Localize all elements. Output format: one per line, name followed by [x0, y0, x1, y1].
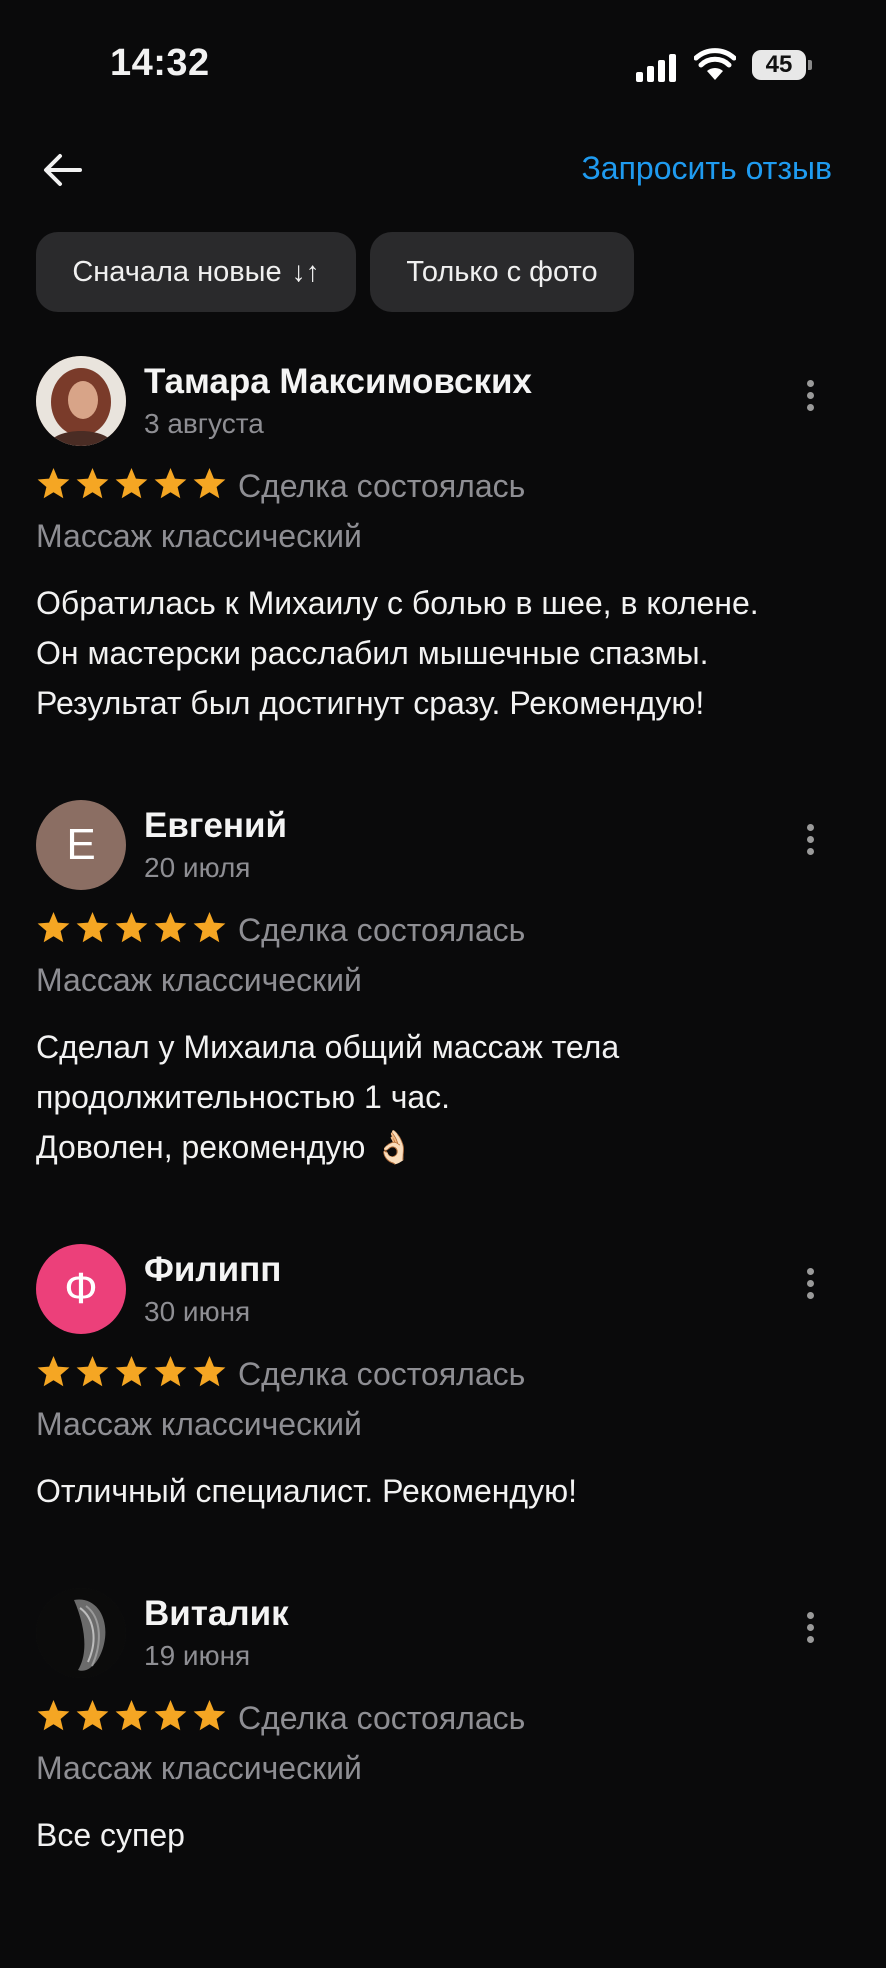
review-text: Отличный специалист. Рекомендую! — [36, 1466, 856, 1516]
avatar[interactable]: Ф — [36, 1244, 126, 1334]
review-date: 30 июня — [144, 1296, 251, 1327]
service-name: Массаж классический — [36, 518, 362, 554]
star-icon — [154, 1700, 187, 1731]
star-icon — [193, 1356, 226, 1387]
more-options-icon[interactable] — [800, 1612, 820, 1652]
review-card: Ф Филипп 30 июня Сделка состоялась Массаж кл… — [0, 1244, 886, 1624]
star-icon — [37, 1700, 70, 1731]
star-icon — [37, 468, 70, 499]
deal-status: Сделка состоялась — [238, 912, 526, 948]
star-icon — [76, 912, 109, 943]
star-icon — [76, 1700, 109, 1731]
battery-indicator: 45 — [752, 50, 812, 80]
wifi-icon — [694, 48, 736, 80]
avatar[interactable] — [36, 356, 126, 446]
review-date: 3 августа — [144, 408, 264, 439]
rating-stars — [36, 466, 227, 510]
star-icon — [76, 1356, 109, 1387]
review-card: Тамара Максимовских 3 августа Сделка состо… — [0, 356, 886, 736]
status-time: 14:32 — [110, 42, 210, 84]
more-options-icon[interactable] — [800, 380, 820, 420]
star-icon — [115, 1700, 148, 1731]
star-icon — [154, 1356, 187, 1387]
deal-status: Сделка состоялась — [238, 1356, 526, 1392]
review-text: Все супер — [36, 1810, 856, 1860]
star-icon — [193, 1700, 226, 1731]
review-text-line: Обратилась к Михаилу с болью в шее, в ко… — [36, 585, 759, 621]
review-author[interactable]: Тамара Максимовских — [144, 362, 532, 402]
deal-status: Сделка состоялась — [238, 468, 526, 504]
avatar-letter: Ф — [64, 1264, 98, 1313]
avatar[interactable]: Е — [36, 800, 126, 890]
review-date: 19 июня — [144, 1640, 251, 1671]
more-options-icon[interactable] — [800, 824, 820, 864]
more-options-icon[interactable] — [800, 1268, 820, 1308]
star-icon — [115, 468, 148, 499]
star-icon — [37, 912, 70, 943]
star-icon — [154, 912, 187, 943]
review-text-line: Все супер — [36, 1817, 185, 1853]
avatar-photo — [36, 356, 126, 446]
review-author[interactable]: Филипп — [144, 1250, 281, 1290]
cellular-signal-icon — [636, 52, 676, 82]
review-text-line: Он мастерски расслабил мышечные спазмы. — [36, 635, 709, 671]
star-icon — [115, 912, 148, 943]
battery-level: 45 — [765, 51, 793, 78]
review-text-line: Отличный специалист. Рекомендую! — [36, 1473, 577, 1509]
review-text: Обратилась к Михаилу с болью в шее, в ко… — [36, 578, 856, 728]
status-bar: 14:32 45 — [0, 0, 886, 130]
star-icon — [193, 912, 226, 943]
star-icon — [154, 468, 187, 499]
service-name: Массаж классический — [36, 1406, 362, 1442]
star-icon — [193, 468, 226, 499]
request-review-link[interactable]: Запросить отзыв — [581, 150, 832, 187]
photo-only-filter-label: Только с фото — [406, 255, 598, 288]
review-text-line: Доволен, рекомендую 👌🏻 — [36, 1129, 415, 1165]
star-icon — [115, 1356, 148, 1387]
review-card: Е Евгений 20 июля Сделка состоялась Массаж к… — [0, 800, 886, 1180]
review-date: 20 июля — [144, 852, 251, 883]
sort-arrows-icon: ↓↑ — [291, 256, 320, 287]
sort-filter-label: Сначала новые — [72, 255, 282, 288]
review-author[interactable]: Евгений — [144, 806, 287, 846]
deal-status: Сделка состоялась — [238, 1700, 526, 1736]
photo-only-filter-chip[interactable]: Только с фото — [370, 232, 634, 312]
review-card: Виталик 19 июня Сделка состоялась Массаж кл… — [0, 1588, 886, 1968]
review-text-line: продолжительностью 1 час. — [36, 1079, 451, 1115]
avatar-photo — [36, 1588, 126, 1678]
star-icon — [76, 468, 109, 499]
star-icon — [37, 1356, 70, 1387]
service-name: Массаж классический — [36, 1750, 362, 1786]
review-text-line: Сделал у Михаила общий массаж тела — [36, 1029, 620, 1065]
back-arrow-icon[interactable] — [38, 145, 88, 195]
avatar-letter: Е — [66, 820, 96, 869]
rating-stars — [36, 910, 227, 954]
service-name: Массаж классический — [36, 962, 362, 998]
avatar[interactable] — [36, 1588, 126, 1678]
sort-filter-chip[interactable]: Сначала новые ↓↑ — [36, 232, 356, 312]
rating-stars — [36, 1698, 227, 1742]
rating-stars — [36, 1354, 227, 1398]
review-author[interactable]: Виталик — [144, 1594, 289, 1634]
review-text: Сделал у Михаила общий массаж тела продол… — [36, 1022, 856, 1172]
review-text-line: Результат был достигнут сразу. Рекоменду… — [36, 685, 705, 721]
